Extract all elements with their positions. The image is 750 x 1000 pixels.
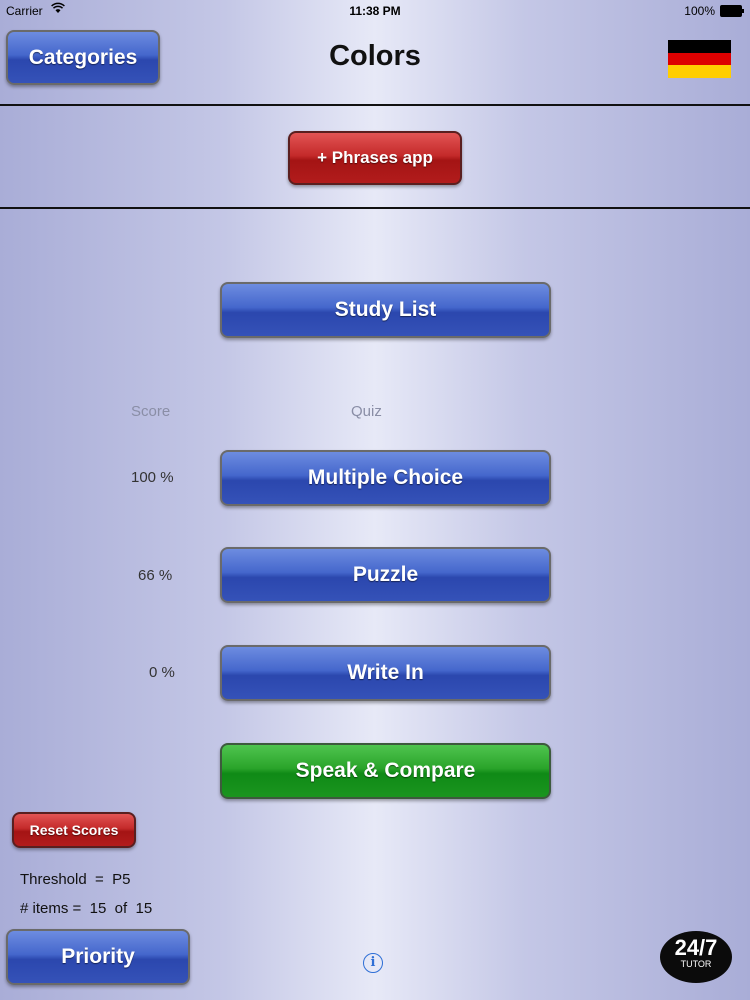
- germany-flag-icon[interactable]: [668, 40, 731, 79]
- tutor-badge[interactable]: 24/7 TUTOR: [660, 931, 732, 983]
- score-multiple-choice: 100 %: [131, 469, 174, 486]
- flag-stripe-black: [668, 40, 731, 53]
- quiz-header: Quiz: [351, 403, 382, 420]
- puzzle-button[interactable]: Puzzle: [220, 547, 551, 603]
- flag-stripe-gold: [668, 65, 731, 79]
- info-icon[interactable]: i: [363, 953, 383, 973]
- status-bar: Carrier 11:38 PM 100%: [0, 0, 750, 22]
- battery-percentage: 100%: [684, 4, 715, 18]
- score-write-in: 0 %: [149, 664, 175, 681]
- multiple-choice-button[interactable]: Multiple Choice: [220, 450, 551, 506]
- header-divider: [0, 104, 750, 106]
- page-title: Colors: [329, 40, 421, 72]
- tutor-badge-number: 24/7: [674, 935, 718, 960]
- promo-divider: [0, 207, 750, 209]
- phrases-app-button[interactable]: + Phrases app: [288, 131, 462, 185]
- priority-button[interactable]: Priority: [6, 929, 190, 985]
- status-time: 11:38 PM: [349, 4, 401, 18]
- speak-compare-button[interactable]: Speak & Compare: [220, 743, 551, 799]
- write-in-button[interactable]: Write In: [220, 645, 551, 701]
- threshold-label: Threshold = P5: [20, 871, 131, 888]
- reset-scores-button[interactable]: Reset Scores: [12, 812, 136, 848]
- items-count-label: # items = 15 of 15: [20, 900, 153, 917]
- battery-icon: [720, 5, 744, 17]
- flag-stripe-red: [668, 52, 731, 66]
- score-puzzle: 66 %: [138, 567, 173, 584]
- tutor-badge-label: TUTOR: [680, 959, 712, 969]
- score-header: Score: [131, 403, 171, 420]
- study-list-button[interactable]: Study List: [220, 282, 551, 338]
